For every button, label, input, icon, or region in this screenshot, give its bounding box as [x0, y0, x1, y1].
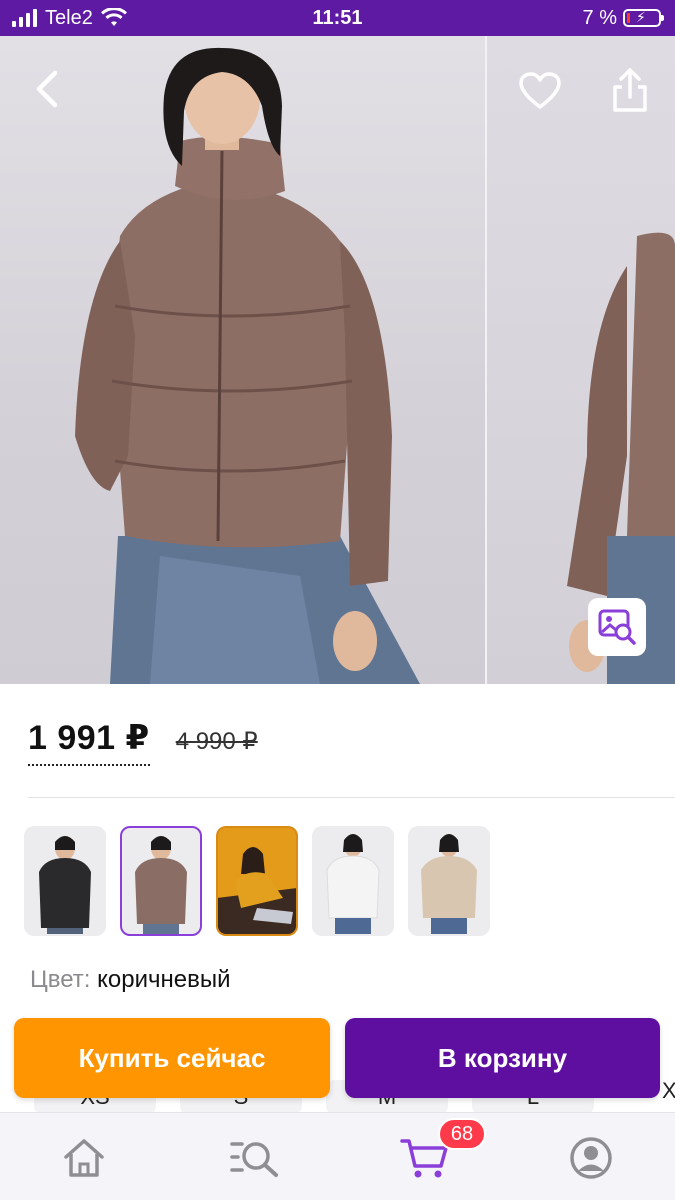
product-photo-illustration — [75, 47, 420, 684]
swatch-yellow[interactable] — [216, 826, 298, 936]
status-bar: Tele2 11:51 7 % ⚡ — [0, 0, 675, 36]
swatch-brown[interactable] — [120, 826, 202, 936]
image-search-button[interactable] — [588, 598, 646, 656]
image-search-icon — [598, 609, 636, 645]
product-photo[interactable] — [0, 36, 485, 684]
home-icon — [64, 1139, 104, 1177]
buy-now-button[interactable]: Купить сейчас — [14, 1018, 330, 1098]
status-right: 7 % ⚡ — [582, 0, 664, 36]
size-chip-overflow[interactable]: X — [662, 1078, 675, 1104]
tab-profile[interactable] — [561, 1133, 621, 1183]
color-value: коричневый — [97, 966, 231, 993]
color-label: Цвет: — [30, 966, 91, 993]
share-icon — [613, 68, 647, 112]
next-product-photo[interactable] — [487, 36, 675, 684]
favorite-button[interactable] — [514, 66, 566, 116]
old-price: 4 990 ₽ — [175, 728, 258, 755]
product-gallery[interactable] — [0, 36, 675, 684]
swatch-figure — [39, 836, 91, 934]
swatch-figure — [326, 834, 380, 934]
battery-icon: ⚡ — [623, 9, 664, 27]
swatch-figure — [421, 834, 477, 934]
tab-catalog[interactable] — [224, 1133, 284, 1183]
heart-icon — [519, 72, 561, 109]
tab-bar — [0, 1112, 675, 1200]
price-row: 1 991 ₽ 4 990 ₽ — [28, 718, 258, 766]
divider — [28, 797, 675, 798]
color-line: Цвет: коричневый — [30, 966, 231, 994]
battery-percent: 7 % — [582, 6, 617, 29]
back-button[interactable] — [24, 66, 70, 112]
next-photo-illustration — [567, 232, 675, 684]
battery-level — [627, 13, 630, 23]
profile-icon — [570, 1137, 612, 1179]
back-chevron-icon — [36, 70, 58, 108]
swatch-beige[interactable] — [408, 826, 490, 936]
share-button[interactable] — [605, 64, 655, 116]
current-price[interactable]: 1 991 ₽ — [28, 718, 150, 766]
color-swatches — [24, 826, 490, 936]
swatch-figure — [218, 828, 296, 934]
swatch-figure — [135, 836, 187, 934]
clock: 11:51 — [312, 7, 363, 29]
catalog-search-icon — [230, 1142, 278, 1177]
swatch-white[interactable] — [312, 826, 394, 936]
product-page: Tele2 11:51 7 % ⚡ 1 991 ₽ 4 990 ₽ Цвет: … — [0, 0, 675, 1200]
tab-home[interactable] — [54, 1133, 114, 1183]
swatch-black[interactable] — [24, 826, 106, 936]
cart-count-badge: 68 — [438, 1118, 486, 1150]
add-to-cart-button[interactable]: В корзину — [345, 1018, 660, 1098]
